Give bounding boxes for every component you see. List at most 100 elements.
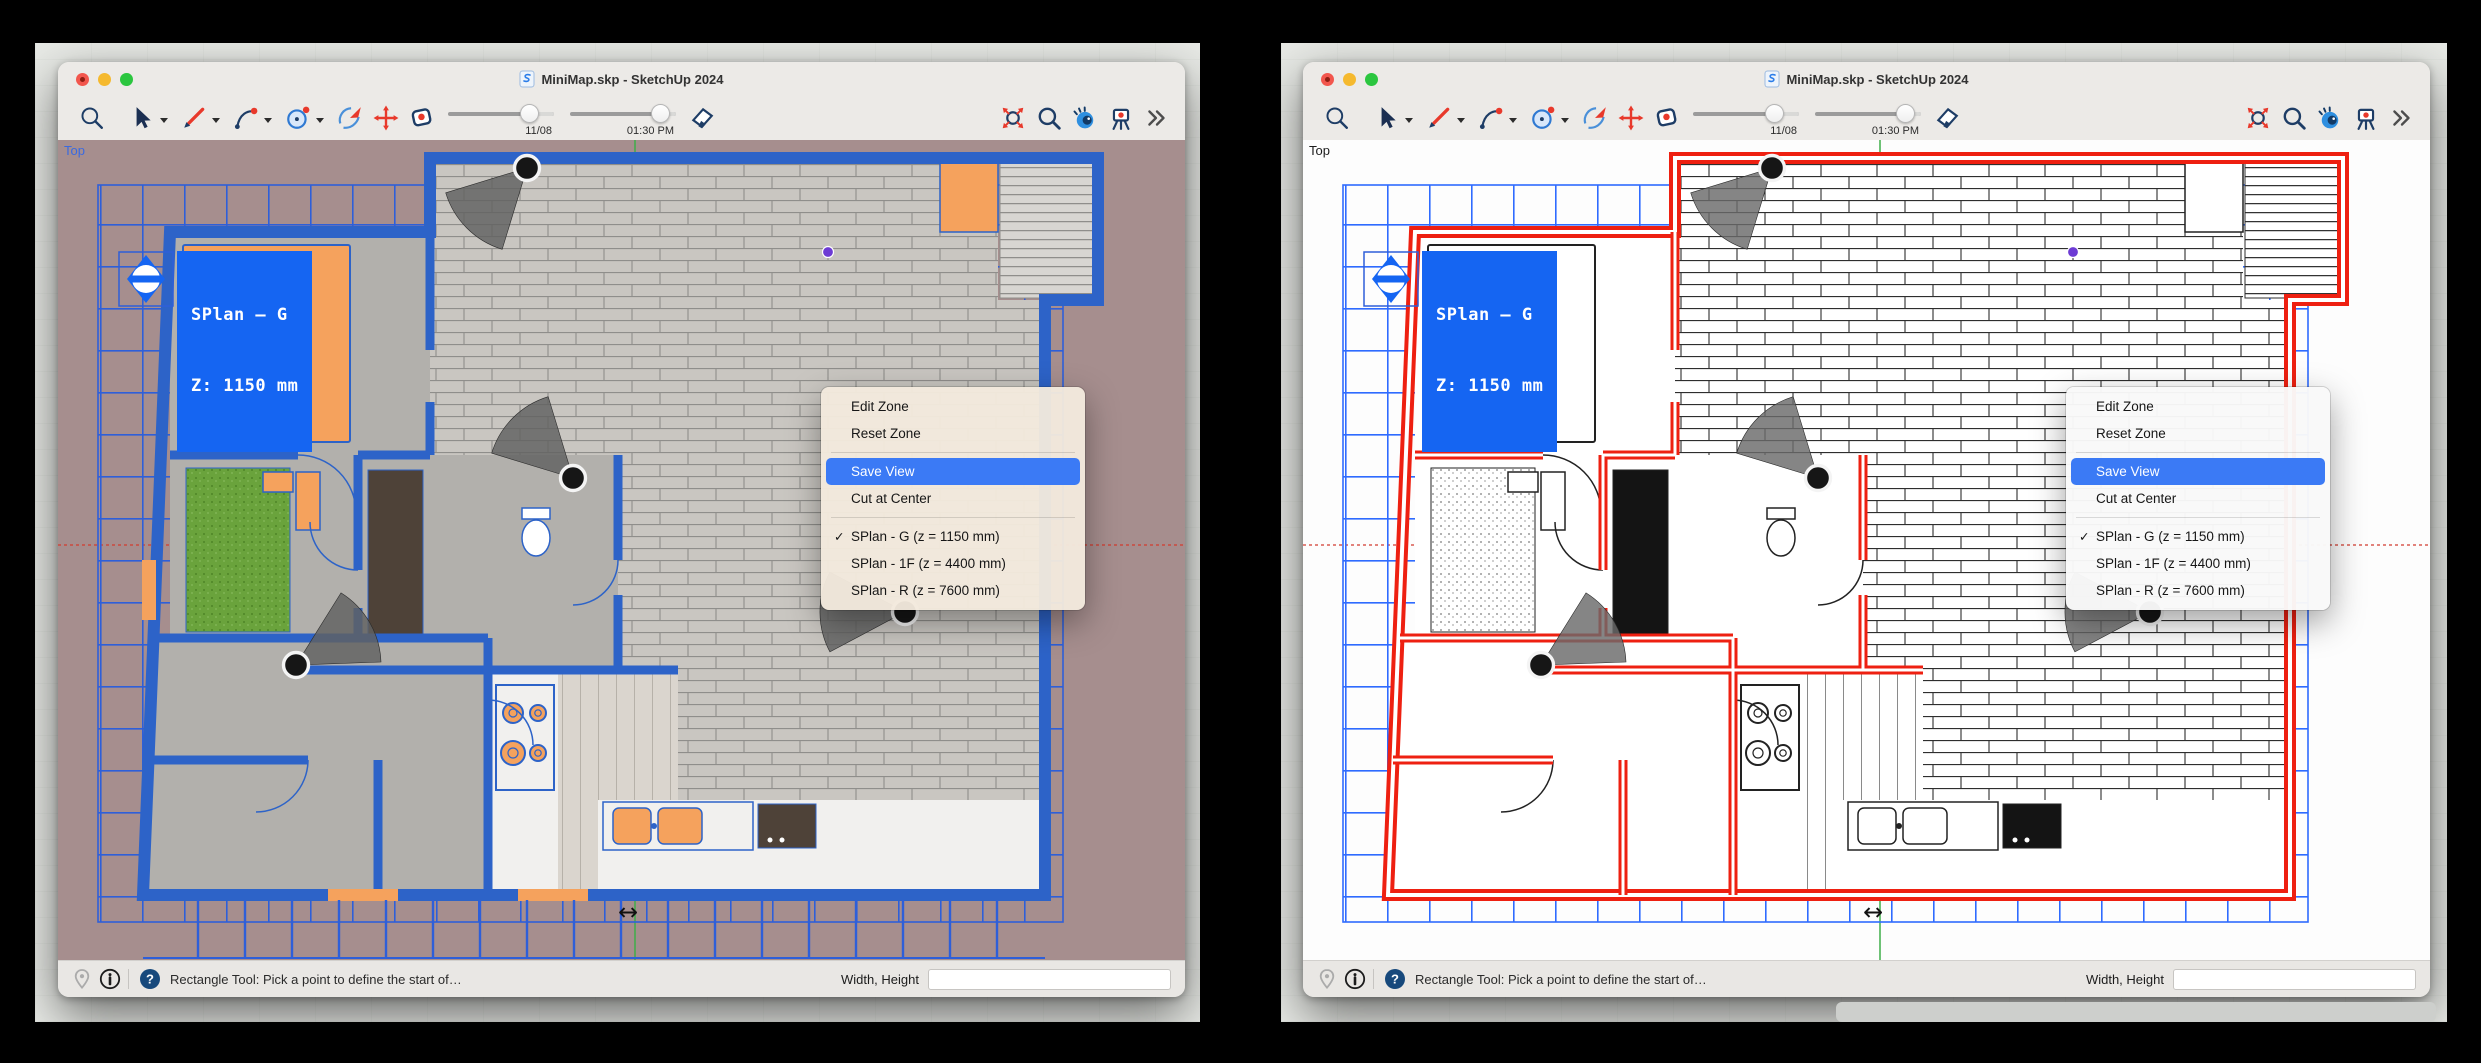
close-button[interactable] [1321, 73, 1334, 86]
position-camera-icon[interactable] [2353, 105, 2379, 131]
section-plane-label: SPlan — G Z: 1150 mm [177, 251, 312, 452]
menu-item-splan-g-z-1150-mm[interactable]: ✓SPlan - G (z = 1150 mm) [826, 523, 1080, 550]
slider-knob[interactable] [1765, 104, 1784, 123]
look-around-icon[interactable] [1072, 105, 1098, 131]
menu-separator [831, 452, 1075, 453]
menu-item-splan-r-z-7600-mm[interactable]: SPlan - R (z = 7600 mm) [826, 577, 1080, 604]
menu-item-cut-at-center[interactable]: Cut at Center [826, 485, 1080, 512]
section-plane-icon[interactable] [1363, 251, 1419, 307]
menu-item-edit-zone[interactable]: Edit Zone [826, 393, 1080, 420]
tape-measure-icon[interactable] [409, 105, 435, 131]
select-arrow-icon[interactable] [1374, 105, 1400, 131]
dropdown-caret-icon[interactable] [1457, 118, 1465, 123]
model-viewport[interactable]: ↔ Top SPlan — G Z: 1150 mm Edit ZoneRese… [58, 140, 1185, 960]
menu-item-splan-1f-z-4400-mm[interactable]: SPlan - 1F (z = 4400 mm) [826, 550, 1080, 577]
toolbar: 11/08 01:30 PM [1303, 96, 2430, 140]
move-tool-icon[interactable] [1618, 105, 1644, 131]
dropdown-caret-icon[interactable] [160, 118, 168, 123]
svg-text:↔: ↔ [1863, 898, 1883, 926]
select-arrow-icon[interactable] [129, 105, 155, 131]
time-slider[interactable]: 01:30 PM [570, 100, 676, 136]
menu-item-splan-1f-z-4400-mm[interactable]: SPlan - 1F (z = 4400 mm) [2071, 550, 2325, 577]
dropdown-caret-icon[interactable] [212, 118, 220, 123]
desktop-right-window: MiniMap.skp - SketchUp 2024 11/08 01:30 P… [1281, 43, 2447, 1022]
position-camera-icon[interactable] [1108, 105, 1134, 131]
arc-tool-icon[interactable] [233, 105, 259, 131]
menu-item-label: SPlan - R (z = 7600 mm) [2096, 583, 2245, 598]
zoom-window-icon[interactable] [2245, 105, 2271, 131]
menu-item-save-view[interactable]: Save View [2071, 458, 2325, 485]
help-icon[interactable]: ? [1384, 968, 1406, 990]
pencil-icon[interactable] [181, 105, 207, 131]
menu-item-reset-zone[interactable]: Reset Zone [826, 420, 1080, 447]
geolocation-icon[interactable] [1316, 968, 1338, 990]
instructor-icon[interactable] [1344, 968, 1366, 990]
search-icon[interactable] [79, 105, 105, 131]
context-menu: Edit ZoneReset Zone Save ViewCut at Cente… [2066, 387, 2330, 610]
minimize-button[interactable] [98, 73, 111, 86]
measurements-input[interactable] [928, 969, 1171, 990]
slider-label: 11/08 [1770, 125, 1797, 137]
help-icon[interactable]: ? [139, 968, 161, 990]
tape-measure-icon[interactable] [1654, 105, 1680, 131]
more-tools-icon[interactable] [1144, 105, 1170, 131]
menu-item-label: Cut at Center [851, 491, 931, 506]
dropdown-caret-icon[interactable] [1405, 118, 1413, 123]
traffic-lights [76, 73, 133, 86]
measurements-label: Width, Height [841, 972, 919, 987]
minimize-button[interactable] [1343, 73, 1356, 86]
svg-text:?: ? [146, 972, 154, 987]
date-slider[interactable]: 11/08 [448, 100, 554, 136]
maximize-button[interactable] [120, 73, 133, 86]
look-around-icon[interactable] [2317, 105, 2343, 131]
date-slider[interactable]: 11/08 [1693, 100, 1799, 136]
arc-tool-icon[interactable] [1478, 105, 1504, 131]
more-tools-icon[interactable] [2389, 105, 2415, 131]
search-icon[interactable] [1324, 105, 1350, 131]
measurements-label: Width, Height [2086, 972, 2164, 987]
rotate-tool-icon[interactable] [1582, 105, 1608, 131]
slider-label: 01:30 PM [1872, 125, 1919, 137]
section-plane-badge: SPlan — G Z: 1150 mm [118, 251, 312, 452]
toolbar: 11/08 01:30 PM [58, 96, 1185, 140]
dropdown-caret-icon[interactable] [264, 118, 272, 123]
menu-item-edit-zone[interactable]: Edit Zone [2071, 393, 2325, 420]
menu-item-cut-at-center[interactable]: Cut at Center [2071, 485, 2325, 512]
zoom-window-icon[interactable] [1000, 105, 1026, 131]
circle-tool-icon[interactable] [1530, 105, 1556, 131]
menu-item-reset-zone[interactable]: Reset Zone [2071, 420, 2325, 447]
titlebar[interactable]: MiniMap.skp - SketchUp 2024 [1303, 62, 2430, 96]
close-button[interactable] [76, 73, 89, 86]
time-slider[interactable]: 01:30 PM [1815, 100, 1921, 136]
zoom-icon[interactable] [1036, 105, 1062, 131]
menu-item-splan-r-z-7600-mm[interactable]: SPlan - R (z = 7600 mm) [2071, 577, 2325, 604]
dropdown-caret-icon[interactable] [316, 118, 324, 123]
window-title: MiniMap.skp - SketchUp 2024 [1786, 72, 1968, 87]
slider-knob[interactable] [651, 104, 670, 123]
section-plane-icon[interactable] [118, 251, 174, 307]
maximize-button[interactable] [1365, 73, 1378, 86]
menu-item-label: SPlan - G (z = 1150 mm) [2096, 529, 2245, 544]
zoom-icon[interactable] [2281, 105, 2307, 131]
menu-item-save-view[interactable]: Save View [826, 458, 1080, 485]
model-viewport[interactable]: ↔ Top SPlan — G Z: 1150 mm Edit ZoneRese… [1303, 140, 2430, 960]
slider-knob[interactable] [520, 104, 539, 123]
pencil-icon[interactable] [1426, 105, 1452, 131]
eraser-icon[interactable] [1934, 105, 1960, 131]
dropdown-caret-icon[interactable] [1561, 118, 1569, 123]
dropdown-caret-icon[interactable] [1509, 118, 1517, 123]
slider-label: 11/08 [525, 125, 552, 137]
menu-item-splan-g-z-1150-mm[interactable]: ✓SPlan - G (z = 1150 mm) [2071, 523, 2325, 550]
eraser-icon[interactable] [689, 105, 715, 131]
geolocation-icon[interactable] [71, 968, 93, 990]
titlebar[interactable]: MiniMap.skp - SketchUp 2024 [58, 62, 1185, 96]
move-tool-icon[interactable] [373, 105, 399, 131]
section-plane-badge: SPlan — G Z: 1150 mm [1363, 251, 1557, 452]
measurements-input[interactable] [2173, 969, 2416, 990]
instructor-icon[interactable] [99, 968, 121, 990]
status-bar: ? Rectangle Tool: Pick a point to define… [1303, 960, 2430, 997]
circle-tool-icon[interactable] [285, 105, 311, 131]
rotate-tool-icon[interactable] [337, 105, 363, 131]
sketchup-logo-icon [1764, 70, 1780, 88]
slider-knob[interactable] [1896, 104, 1915, 123]
